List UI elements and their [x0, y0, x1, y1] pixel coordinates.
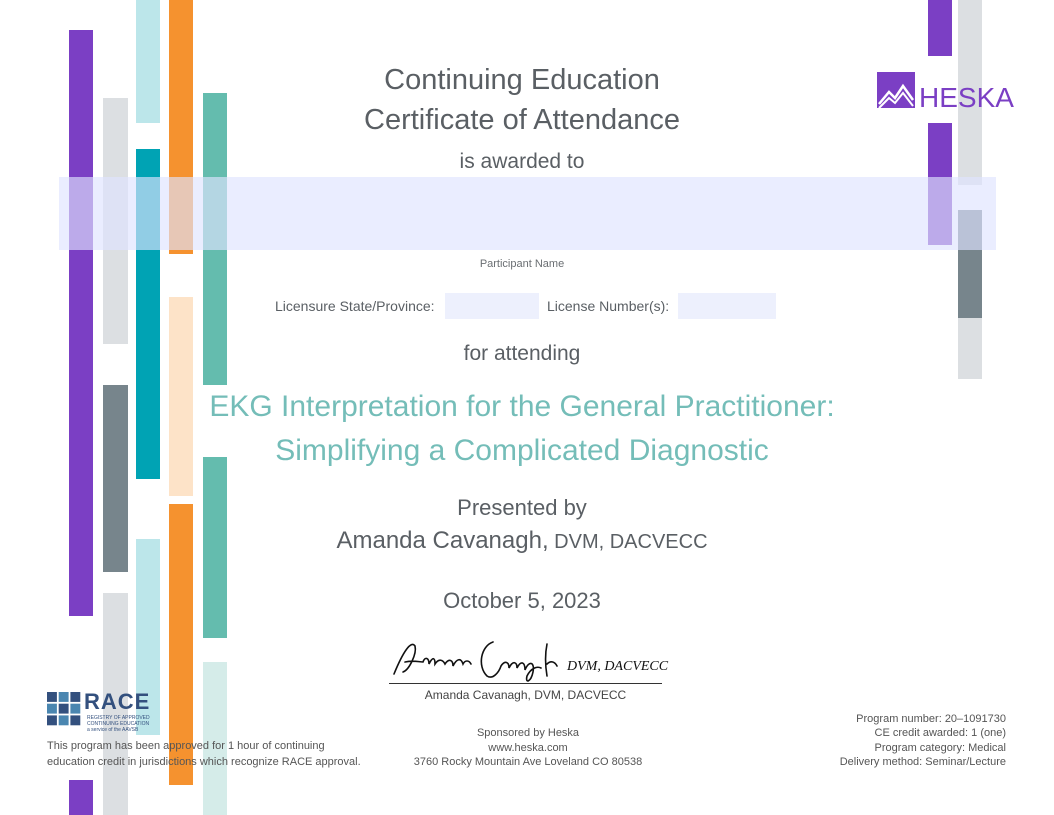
program-delivery: Delivery method: Seminar/Lecture	[839, 756, 1006, 768]
presenter-name-text: Amanda Cavanagh,	[336, 527, 549, 554]
decor-stripe-purple-2	[69, 780, 93, 815]
race-approval-line2: education credit in jurisdictions which …	[47, 756, 361, 768]
licensure-state-label: Licensure State/Province:	[275, 298, 435, 314]
licensure-state-field[interactable]	[445, 293, 539, 319]
sponsor-line1: Sponsored by Heska	[476, 727, 580, 739]
race-approval-line1: This program has been approved for 1 hou…	[47, 740, 325, 752]
sponsor-address: 3760 Rocky Mountain Ave Loveland CO 8053…	[413, 756, 643, 768]
presenter-credentials: DVM, DACVECC	[548, 531, 708, 553]
program-number: Program number: 20–1091730	[856, 713, 1006, 725]
license-number-field[interactable]	[678, 293, 776, 319]
sponsor-website: www.heska.com	[488, 742, 568, 754]
certificate-title-line2: Certificate of Attendance	[364, 104, 680, 136]
participant-name-field[interactable]	[59, 177, 996, 250]
presented-by-text: Presented by	[457, 495, 587, 520]
certificate-title-line1: Continuing Education	[384, 64, 660, 96]
decor-stripe-mint	[203, 662, 227, 815]
for-attending-text: for attending	[463, 342, 581, 365]
program-credit: CE credit awarded: 1 (one)	[874, 727, 1006, 739]
license-number-label: License Number(s):	[547, 298, 670, 314]
presenter-name: Amanda Cavanagh, DVM, DACVECC	[0, 527, 1044, 555]
race-logo-text: RACE	[84, 689, 151, 714]
decor-stripe-right-purple-1	[928, 0, 952, 56]
race-logo-icon	[47, 692, 81, 726]
race-subtext-3: a service of the AAVSB	[87, 727, 139, 733]
course-title-line2: Simplifying a Complicated Diagnostic	[275, 434, 769, 467]
awarded-to-text: is awarded to	[459, 150, 585, 173]
signature-caption: Amanda Cavanagh, DVM, DACVECC	[424, 688, 627, 702]
course-title-line1: EKG Interpretation for the General Pract…	[209, 390, 835, 423]
svg-text:DVM, DACVECC: DVM, DACVECC	[566, 659, 669, 674]
race-logo-subtext: REGISTRY OF APPROVED CONTINUING EDUCATIO…	[87, 715, 150, 727]
program-category: Program category: Medical	[874, 742, 1006, 754]
participant-name-label: Participant Name	[479, 258, 565, 270]
event-date: October 5, 2023	[443, 588, 601, 613]
signature-line	[389, 683, 662, 684]
handwritten-signature: DVM, DACVECC	[393, 641, 669, 682]
